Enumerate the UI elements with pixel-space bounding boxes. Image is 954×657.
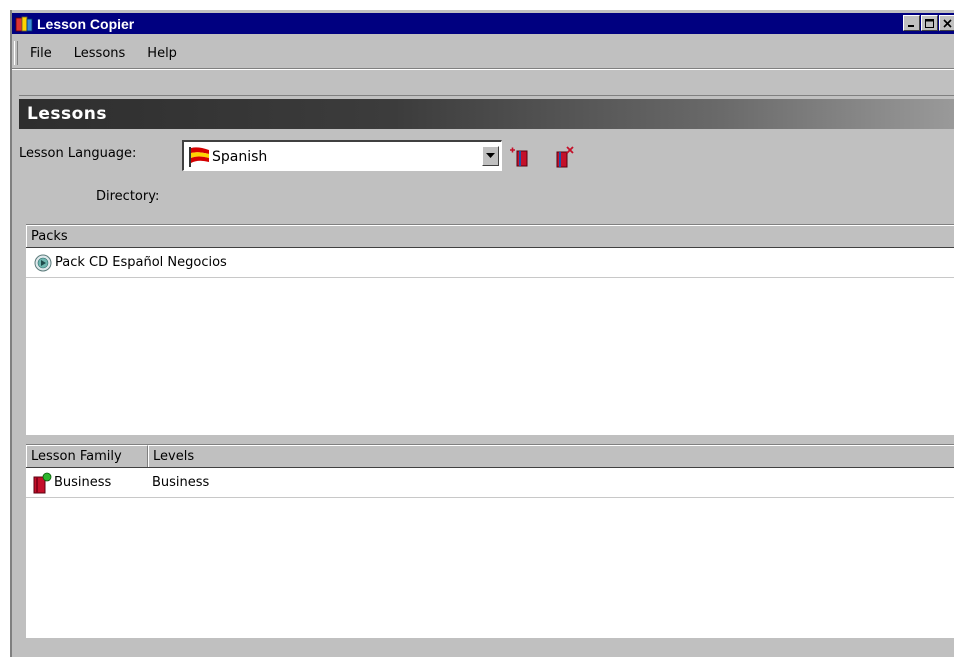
table-row[interactable]: Business Business — [26, 468, 954, 498]
lesson-family-column-header[interactable]: Lesson Family — [26, 445, 148, 467]
packs-list: Packs Pack CD Español Negocios — [26, 224, 954, 435]
section-title: Lessons — [27, 104, 107, 124]
lessons-section-header: Lessons — [19, 95, 954, 131]
minimize-button[interactable] — [903, 15, 920, 31]
close-button[interactable] — [939, 15, 954, 31]
dropdown-button[interactable] — [482, 146, 499, 166]
cd-disc-icon — [34, 254, 52, 271]
levels-cell: Business — [152, 475, 210, 490]
menu-bar: File Lessons Help — [12, 38, 954, 69]
pack-name: Pack CD Español Negocios — [55, 255, 227, 270]
menu-file[interactable]: File — [30, 46, 52, 61]
minimize-icon — [908, 24, 914, 27]
menu-grip — [14, 41, 18, 65]
directory-label: Directory: — [96, 189, 160, 204]
lesson-language-select[interactable]: Spanish — [182, 140, 502, 171]
selected-language: Spanish — [212, 149, 268, 165]
remove-lesson-icon[interactable] — [552, 145, 576, 169]
maximize-button[interactable] — [921, 15, 938, 31]
lesson-language-label: Lesson Language: — [19, 146, 137, 161]
window-title: Lesson Copier — [37, 15, 135, 32]
add-lesson-icon[interactable] — [509, 145, 533, 169]
title-bar[interactable]: Lesson Copier — [12, 13, 954, 34]
close-icon — [943, 18, 952, 28]
lesson-family-cell: Business — [54, 475, 112, 490]
spain-flag-icon — [189, 147, 209, 167]
menu-help[interactable]: Help — [147, 46, 177, 61]
chevron-down-icon — [486, 153, 495, 158]
lesson-copier-window: Lesson Copier File Lessons Help Lessons … — [10, 10, 954, 657]
lessons-list: Lesson Family Levels Business Business — [26, 444, 954, 638]
app-icon — [15, 16, 33, 31]
packs-column-header[interactable]: Packs — [26, 225, 954, 247]
book-icon — [33, 472, 52, 493]
list-item[interactable]: Pack CD Español Negocios — [26, 248, 954, 278]
menu-lessons[interactable]: Lessons — [74, 46, 126, 61]
levels-column-header[interactable]: Levels — [148, 445, 954, 467]
maximize-icon — [925, 18, 934, 28]
